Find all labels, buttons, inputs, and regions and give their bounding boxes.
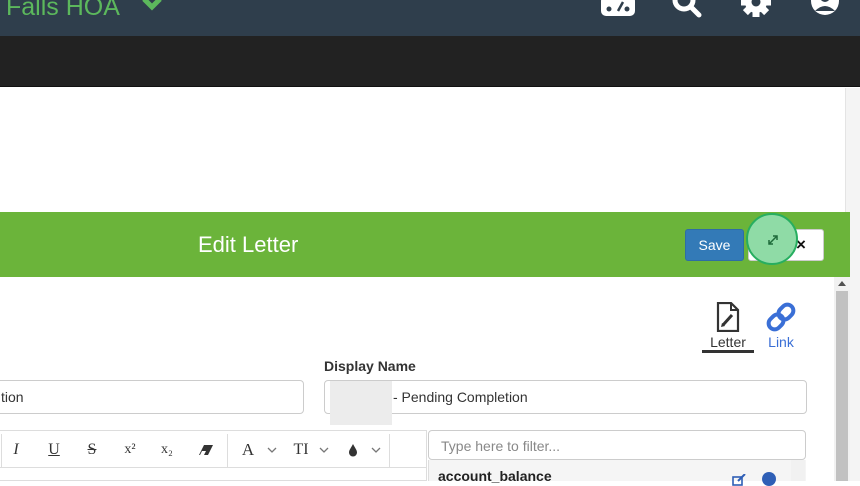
- user-icon[interactable]: [807, 0, 843, 22]
- display-name-value: - Pending Completion: [393, 389, 528, 405]
- link-icon: [766, 302, 796, 332]
- dashboard-icon[interactable]: [600, 0, 636, 22]
- chevron-down-icon[interactable]: [319, 446, 329, 454]
- tab-letter[interactable]: Letter: [702, 301, 754, 353]
- top-navbar: Falls HOA: [0, 0, 860, 36]
- tab-label: Letter: [710, 334, 746, 350]
- variable-list: account_balance: [428, 460, 806, 486]
- secondary-navbar: [0, 36, 860, 87]
- search-icon[interactable]: [668, 0, 704, 22]
- eraser-icon[interactable]: [198, 444, 214, 456]
- underline-button[interactable]: U: [46, 441, 62, 459]
- chevron-down-icon[interactable]: [141, 0, 163, 14]
- variable-filter-input[interactable]: Type here to filter...: [428, 430, 806, 460]
- toolbar-divider: [1, 434, 2, 468]
- variable-item-account-balance[interactable]: account_balance: [438, 468, 552, 484]
- save-button[interactable]: Save: [685, 229, 744, 261]
- modal-title: Edit Letter: [198, 232, 299, 257]
- scroll-up-arrow-icon[interactable]: [838, 281, 846, 286]
- letter-name-field[interactable]: tion: [0, 380, 304, 414]
- toolbar-divider: [389, 434, 390, 468]
- font-size-button[interactable]: TI: [291, 441, 311, 459]
- expand-button[interactable]: [746, 213, 798, 265]
- modal-scrollbar[interactable]: [834, 277, 850, 481]
- color-drop-icon[interactable]: [348, 443, 358, 457]
- letter-name-value: tion: [1, 389, 24, 405]
- subscript-button[interactable]: x₂: [157, 441, 177, 459]
- display-name-field[interactable]: - Pending Completion: [324, 380, 807, 425]
- tab-link[interactable]: Link: [758, 301, 804, 353]
- italic-button[interactable]: I: [9, 441, 23, 459]
- insert-variable-icon[interactable]: [732, 474, 746, 486]
- document-edit-icon: [716, 302, 740, 332]
- hoa-selector[interactable]: Falls HOA: [6, 0, 120, 22]
- modal-header: Edit Letter Save ×: [0, 212, 850, 277]
- info-icon[interactable]: [762, 472, 776, 486]
- strikethrough-button[interactable]: S: [84, 441, 100, 459]
- toolbar-row-divider: [0, 467, 426, 468]
- display-name-label: Display Name: [324, 358, 416, 374]
- scrollbar-thumb[interactable]: [836, 291, 848, 481]
- chevron-down-icon[interactable]: [267, 446, 277, 454]
- expand-icon: [768, 235, 778, 245]
- superscript-button[interactable]: x²: [120, 441, 140, 459]
- chevron-down-icon[interactable]: [371, 446, 381, 454]
- redacted-text: [330, 381, 392, 425]
- font-color-button[interactable]: A: [240, 441, 256, 459]
- edit-letter-modal: Edit Letter Save × Letter Link tion Disp…: [0, 212, 850, 486]
- editor-toolbar: I U S x² x₂ A TI: [0, 430, 427, 481]
- toolbar-divider: [227, 434, 228, 468]
- gear-icon[interactable]: [738, 0, 774, 22]
- tab-label: Link: [768, 334, 794, 350]
- filter-placeholder: Type here to filter...: [441, 438, 561, 454]
- variable-list-scrollbar[interactable]: [791, 460, 805, 481]
